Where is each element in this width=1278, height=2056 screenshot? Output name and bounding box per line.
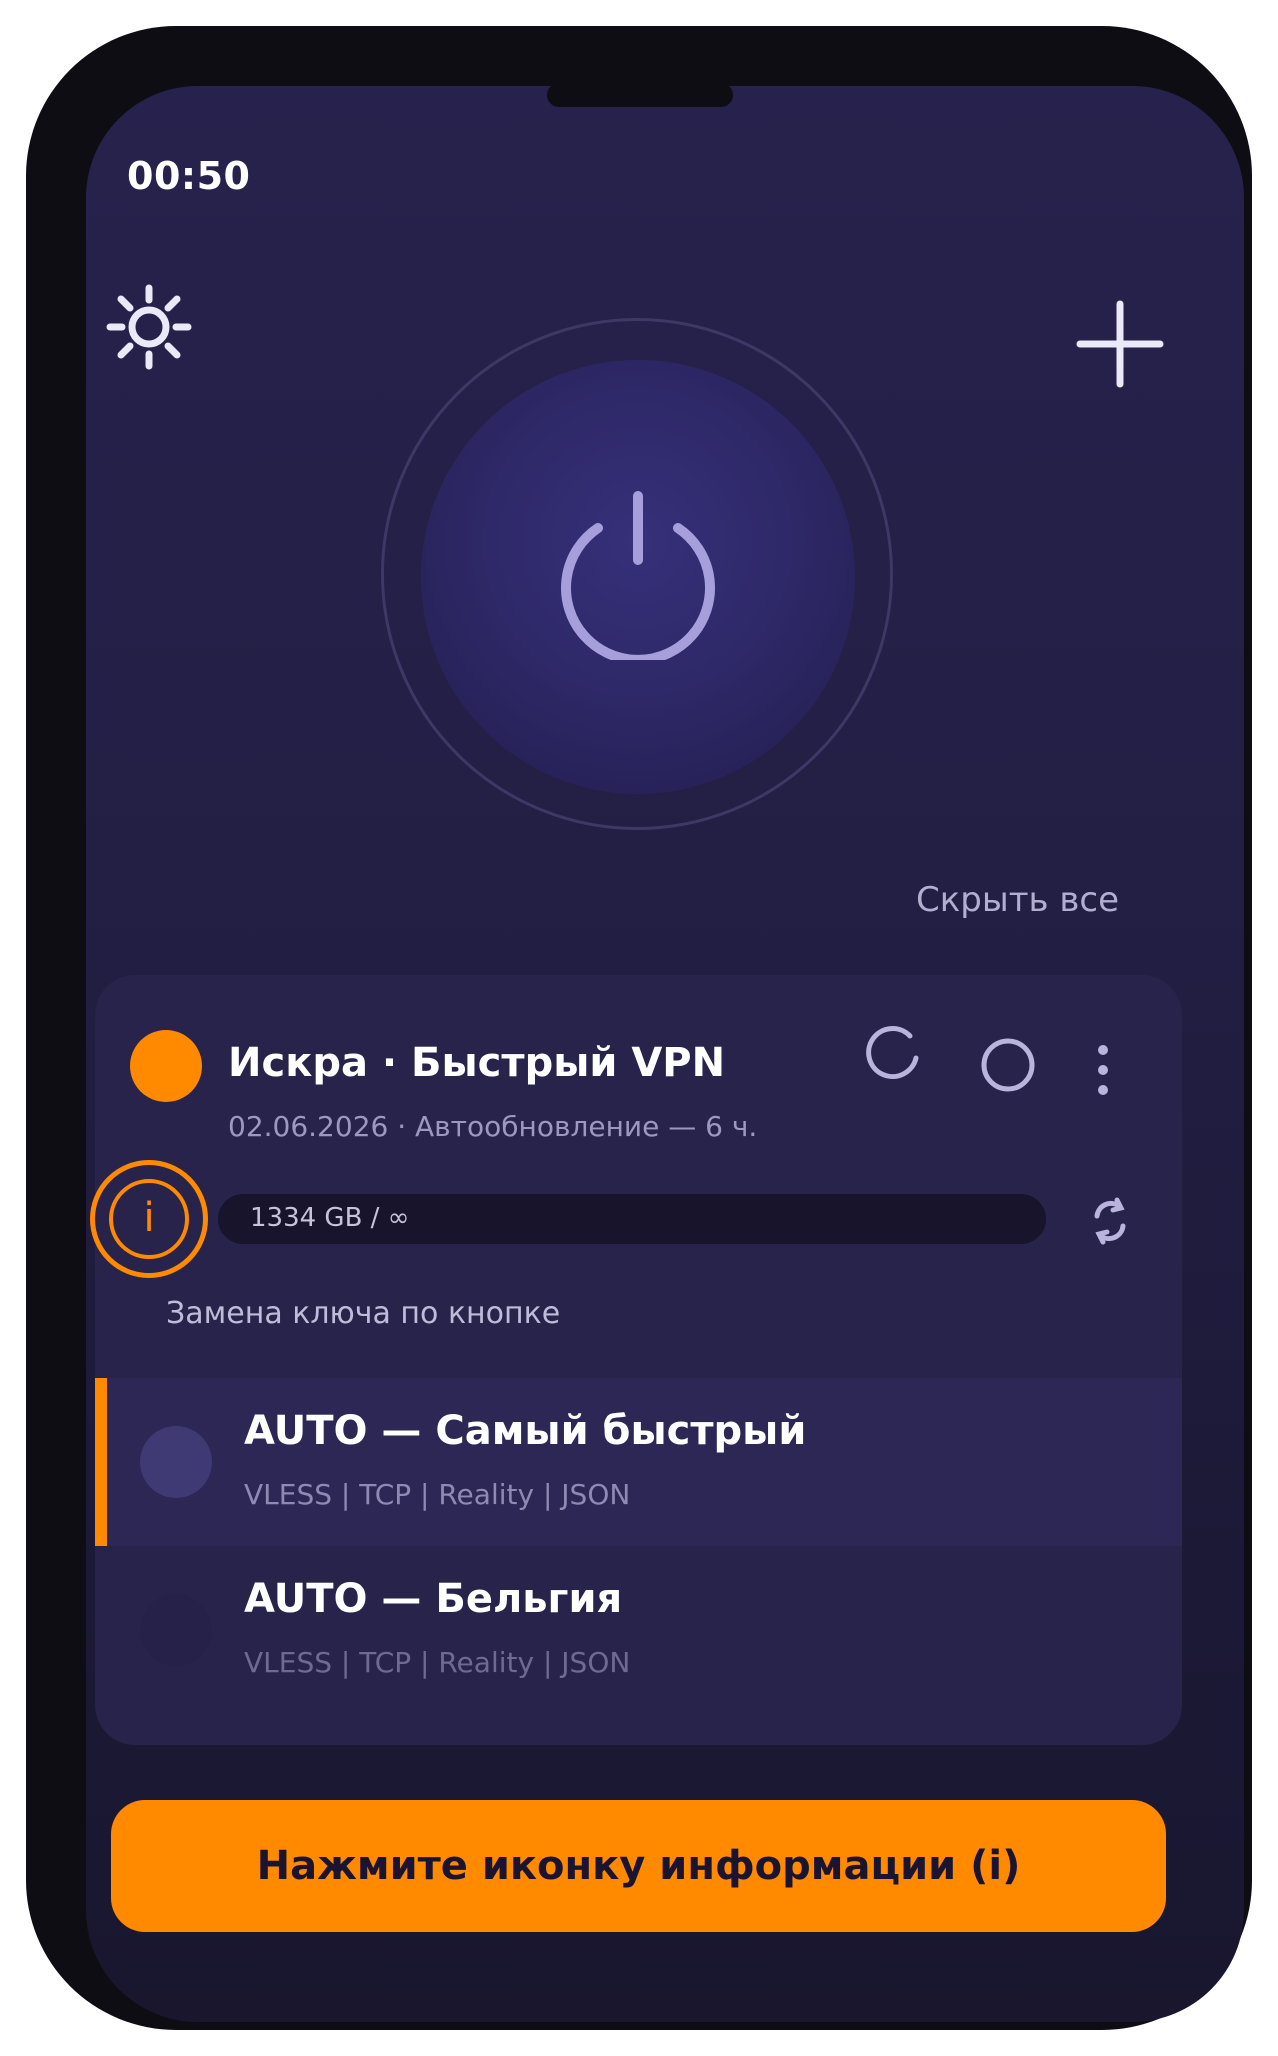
hide-all-link[interactable]: Скрыть все [916,880,1119,920]
update-key-button[interactable] [1087,1196,1133,1246]
power-icon [561,491,715,660]
camera-notch [547,83,733,107]
kebab-menu-icon [1098,1045,1108,1095]
refresh-subscription-button[interactable] [862,1024,924,1086]
subscription-status-dot [130,1030,202,1102]
refresh-icon [866,1026,919,1080]
server-item-auto-belgium[interactable]: AUTO — Бельгия VLESS | TCP | Reality | J… [95,1546,1182,1706]
info-hint-button[interactable]: Нажмите иконку информации (i) [111,1800,1166,1932]
key-replacement-note: Замена ключа по кнопке [166,1296,561,1331]
sun-gear-icon [106,284,192,370]
select-subscription-button[interactable] [980,1037,1036,1093]
settings-button[interactable] [104,282,194,372]
server-status-dot [140,1594,212,1666]
server-protocol-tags: VLESS | TCP | Reality | JSON [244,1478,631,1511]
server-name: AUTO — Бельгия [244,1576,623,1622]
status-time: 00:50 [127,154,251,198]
info-icon: i [109,1179,189,1259]
server-protocol-tags: VLESS | TCP | Reality | JSON [244,1646,631,1679]
server-item-auto-fastest[interactable]: AUTO — Самый быстрый VLESS | TCP | Reali… [95,1378,1182,1546]
info-button[interactable]: i [90,1160,208,1278]
more-options-button[interactable] [1090,1040,1116,1100]
add-config-button[interactable] [1074,298,1166,390]
plus-icon [1076,300,1164,388]
server-name: AUTO — Самый быстрый [244,1408,807,1454]
sync-icon [1094,1197,1126,1245]
subscription-title: Искра · Быстрый VPN [228,1040,726,1086]
traffic-usage-text: 1334 GB / ∞ [250,1203,410,1233]
radio-circle-icon [981,1038,1035,1092]
server-status-dot [140,1426,212,1498]
subscription-meta: 02.06.2026 · Автообновление — 6 ч. [228,1110,758,1143]
selected-indicator [95,1378,107,1546]
